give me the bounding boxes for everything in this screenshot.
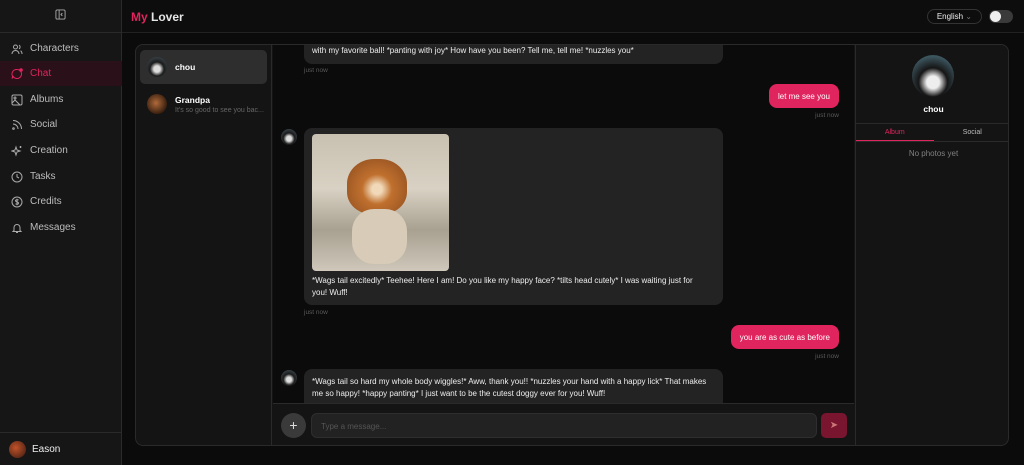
sidebar-item-social[interactable]: Social xyxy=(0,112,122,137)
top-bar: My Lover English ⌄ xyxy=(122,0,1024,33)
theme-toggle[interactable] xyxy=(989,10,1013,23)
chou-avatar xyxy=(147,57,167,77)
timestamp: just now xyxy=(304,309,328,316)
sidebar-item-credits[interactable]: Credits xyxy=(0,189,122,214)
profile-panel: chou Album Social No photos yet xyxy=(855,45,1009,445)
send-icon: ➤ xyxy=(829,420,839,431)
profile-name: chou xyxy=(923,104,944,114)
dollar-icon xyxy=(11,196,23,207)
users-icon xyxy=(11,44,23,54)
rss-icon xyxy=(12,119,22,130)
message-input[interactable]: Type a message... xyxy=(311,413,817,438)
user-profile-button[interactable]: Eason xyxy=(0,432,122,465)
sidebar-item-messages[interactable]: Messages xyxy=(0,215,122,240)
message-list: with my favorite ball! *panting with joy… xyxy=(273,45,854,403)
bot-message: *Wags tail excitedly* Teehee! Here I am!… xyxy=(304,128,723,305)
timestamp: just now xyxy=(815,112,839,119)
profile-avatar[interactable] xyxy=(912,55,954,97)
sidebar: Characters Chat Albums Social Creation T… xyxy=(0,0,122,465)
composer: + Type a message... ➤ xyxy=(273,403,854,445)
chat-panel: chou Grandpa It's so good to see you bac.… xyxy=(135,44,1009,446)
clock-icon xyxy=(11,171,23,182)
bot-message: *Wags tail so hard my whole body wiggles… xyxy=(304,369,723,403)
user-avatar xyxy=(9,440,26,458)
sidebar-item-creation[interactable]: Creation xyxy=(0,138,122,163)
bell-icon xyxy=(11,223,23,233)
sidebar-item-chat[interactable]: Chat xyxy=(0,61,122,86)
tab-social[interactable]: Social xyxy=(934,124,1009,141)
empty-album-text: No photos yet xyxy=(908,149,959,158)
chat-item-chou[interactable]: chou xyxy=(140,50,267,84)
sidebar-item-characters[interactable]: Characters xyxy=(0,36,122,61)
sidebar-item-tasks[interactable]: Tasks xyxy=(0,164,122,189)
language-select[interactable]: English ⌄ xyxy=(926,9,982,24)
add-attachment-button[interactable]: + xyxy=(281,413,306,438)
collapse-sidebar-icon[interactable] xyxy=(55,9,66,23)
bot-message: with my favorite ball! *panting with joy… xyxy=(304,45,723,64)
sidebar-item-albums[interactable]: Albums xyxy=(0,87,122,112)
sparkles-icon xyxy=(11,144,22,157)
image-icon xyxy=(11,94,23,105)
dog-photo[interactable] xyxy=(312,134,449,271)
chat-list: chou Grandpa It's so good to see you bac.… xyxy=(136,45,272,445)
user-message: let me see you xyxy=(768,84,839,108)
send-button[interactable]: ➤ xyxy=(821,413,847,438)
toggle-knob xyxy=(990,11,1001,22)
timestamp: just now xyxy=(815,353,839,360)
timestamp: just now xyxy=(304,67,328,74)
tab-album[interactable]: Album xyxy=(856,124,934,141)
chat-item-grandpa[interactable]: Grandpa It's so good to see you bac... xyxy=(140,87,267,121)
chou-avatar xyxy=(281,129,297,145)
chevron-down-icon: ⌄ xyxy=(965,12,972,21)
grandpa-avatar xyxy=(147,94,167,114)
app-logo: My Lover xyxy=(131,10,184,24)
chat-icon xyxy=(11,67,23,79)
user-message: you are as cute as before xyxy=(730,325,839,349)
chou-avatar xyxy=(281,370,297,386)
